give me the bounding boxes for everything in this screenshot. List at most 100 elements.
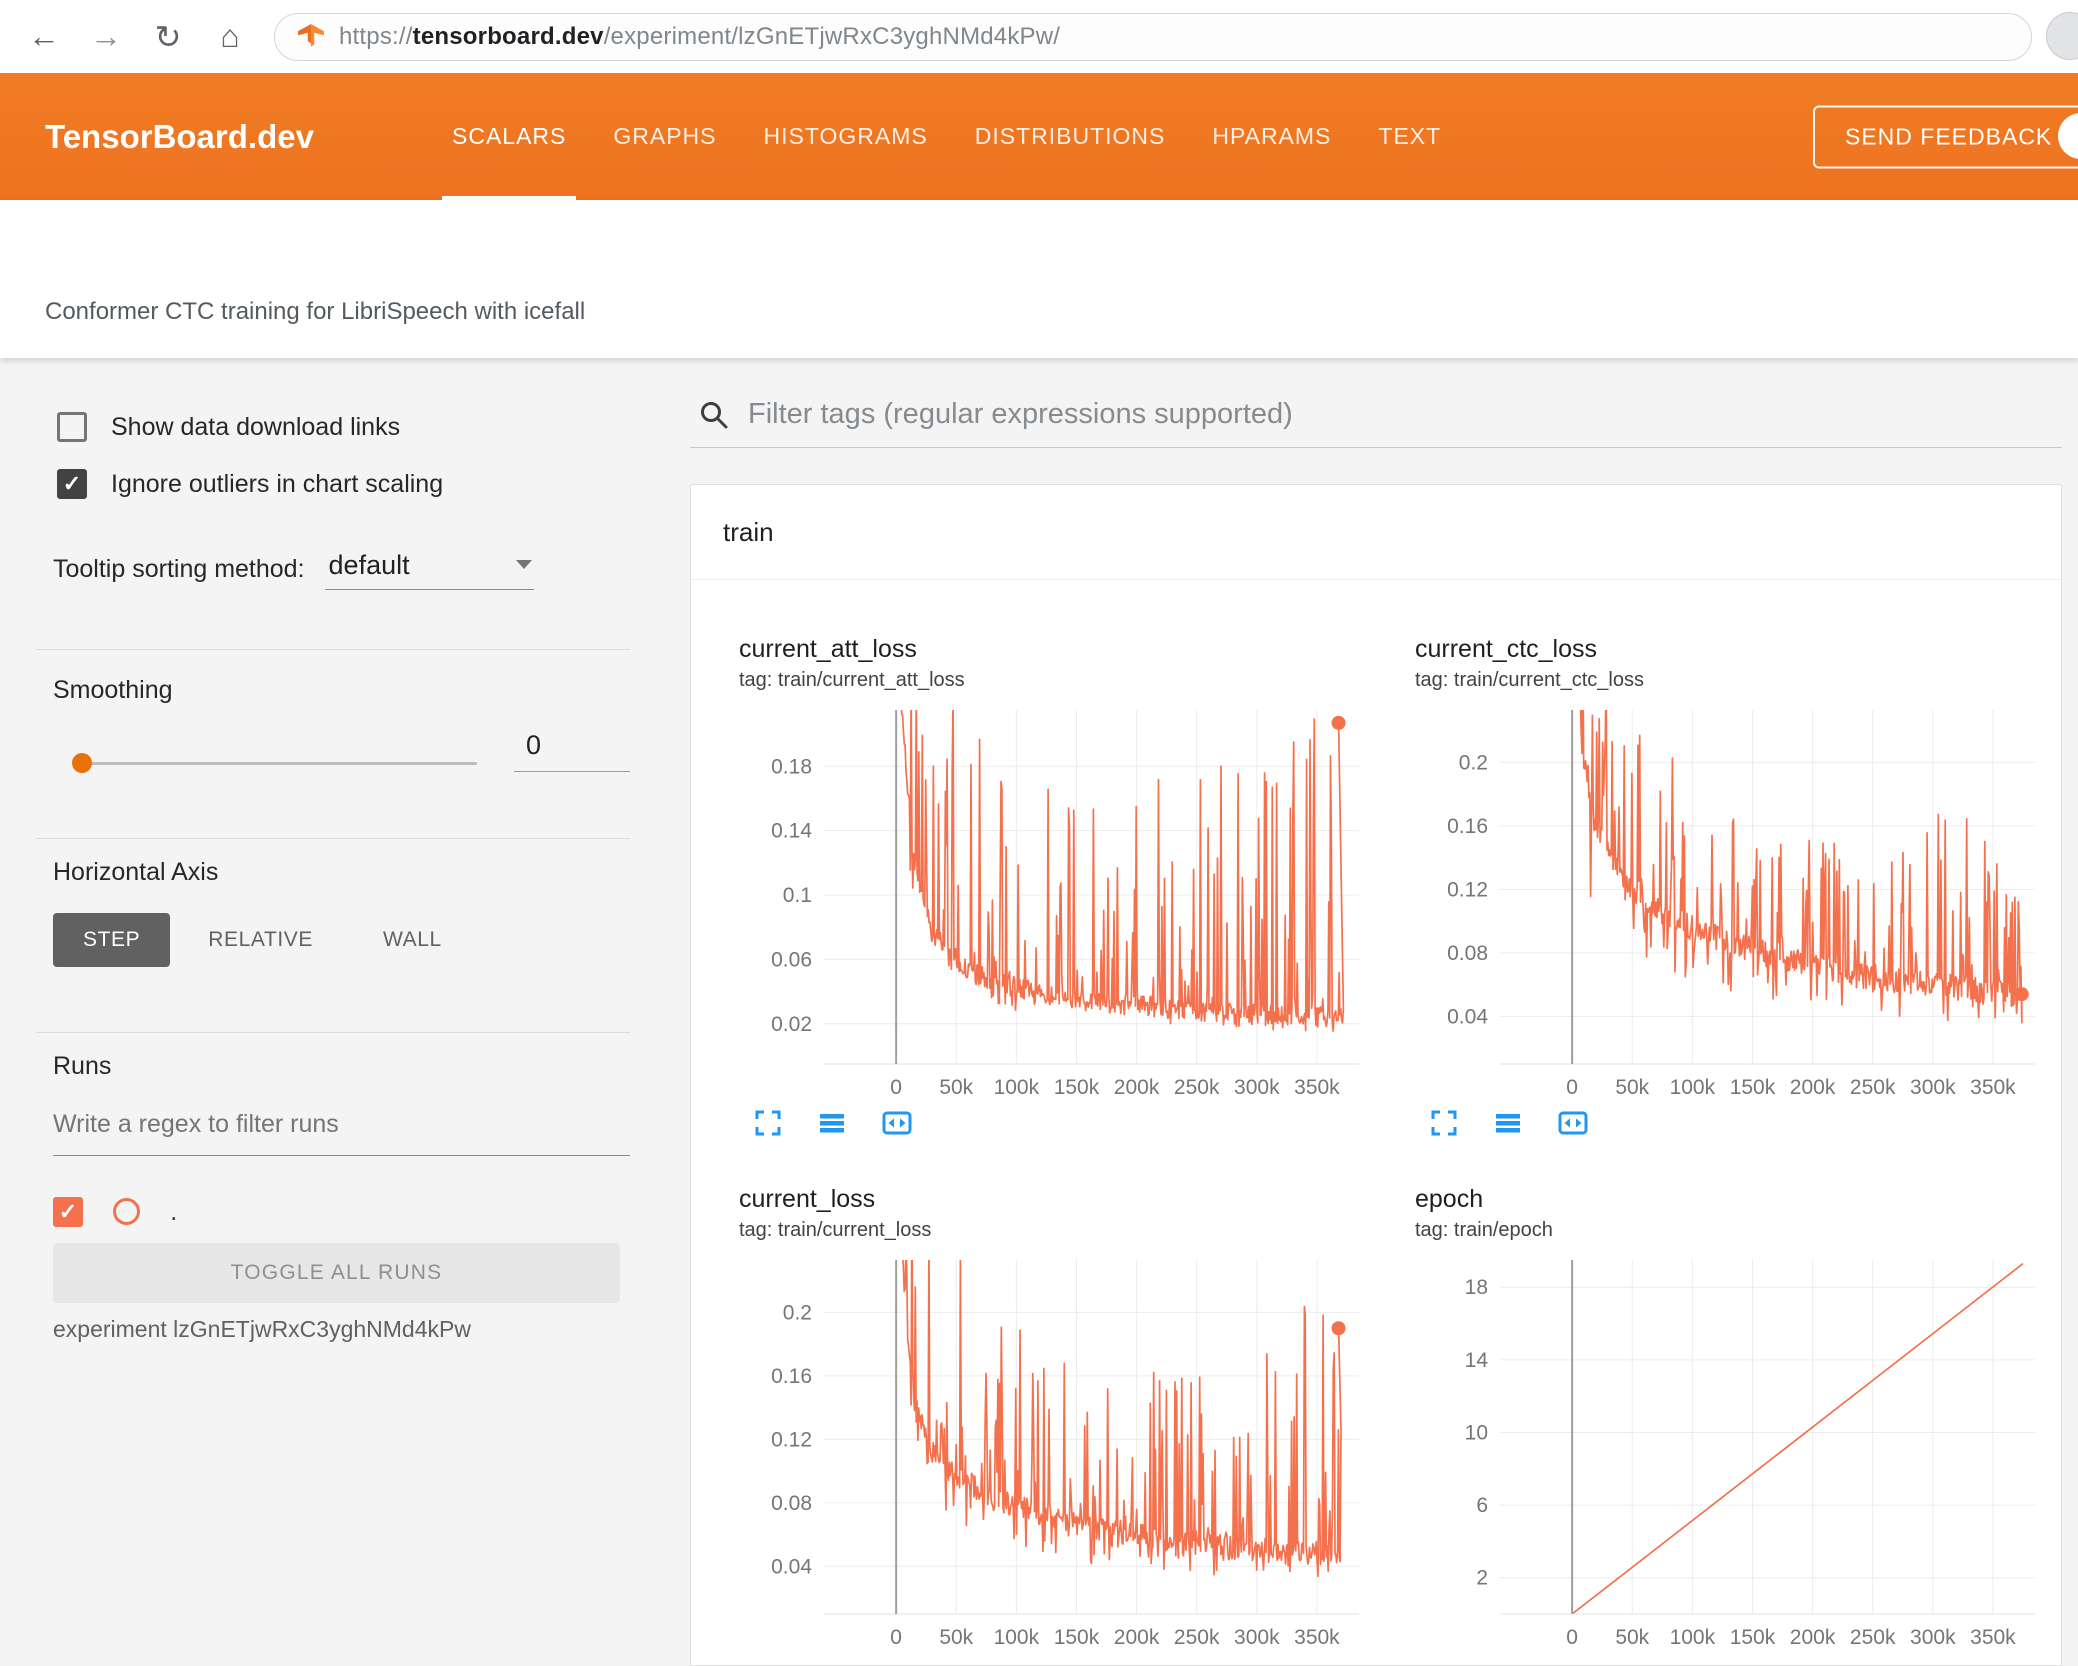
ignore-outliers-row: ✓ Ignore outliers in chart scaling (57, 469, 443, 499)
home-icon[interactable]: ⌂ (208, 18, 252, 55)
url-domain: tensorboard.dev (412, 22, 604, 50)
svg-text:150k: 150k (1054, 1076, 1100, 1099)
axis-wall-button[interactable]: WALL (383, 928, 442, 952)
svg-text:10: 10 (1465, 1421, 1488, 1444)
svg-text:0.06: 0.06 (771, 948, 812, 971)
chart-plot-epoch[interactable]: 0 50k 100k 150k 200k 250k 300k 350k 2 6 10 14 18 (1415, 1252, 2055, 1652)
tab-hparams[interactable]: HPARAMS (1212, 73, 1331, 200)
chart-plot-current-loss[interactable]: 0 50k 100k 150k 200k 250k 300k 350k 0.04 0.08 0.12… (739, 1252, 1379, 1652)
send-feedback-button[interactable]: SEND FEEDBACK (1813, 105, 2078, 168)
tab-label: TEXT (1378, 123, 1442, 149)
refresh-icon[interactable]: ↻ (146, 18, 190, 56)
fit-domain-icon[interactable] (1557, 1108, 1589, 1138)
train-group-header[interactable]: train (691, 485, 2061, 580)
smoothing-value-input[interactable]: 0 (514, 730, 630, 772)
chart-card-epoch: epoch tag: train/epoch 0 50k 100k 150k 200k 2… (1415, 1184, 2055, 1652)
fit-domain-icon[interactable] (881, 1108, 913, 1138)
svg-text:350k: 350k (1970, 1626, 2016, 1649)
expand-icon[interactable] (753, 1108, 783, 1138)
chart-plot-current-ctc-loss[interactable]: 0 50k 100k 150k 200k 250k 300k 350k 0.04 0.08 0.12… (1415, 702, 2055, 1102)
toggle-all-runs-button[interactable]: TOGGLE ALL RUNS (53, 1243, 620, 1303)
chart-plot-current-att-loss[interactable]: 0 50k 100k 150k 200k 250k 300k 350k 0.02 0.06 0.1 0… (739, 702, 1379, 1102)
check-icon: ✓ (62, 471, 82, 496)
svg-text:150k: 150k (1730, 1076, 1776, 1099)
chart-card-current-ctc-loss: current_ctc_loss tag: train/current_ctc_… (1415, 634, 2055, 1138)
expand-icon[interactable] (1429, 1108, 1459, 1138)
run-checkbox[interactable]: ✓ (53, 1196, 83, 1227)
experiment-title-band: Conformer CTC training for LibriSpeech w… (0, 200, 2078, 358)
main-nav: SCALARS GRAPHS HISTOGRAMS DISTRIBUTIONS … (442, 73, 1441, 200)
divider (36, 1032, 630, 1033)
tab-histograms[interactable]: HISTOGRAMS (764, 73, 928, 200)
smoothing-label: Smoothing (53, 676, 173, 704)
svg-text:350k: 350k (1970, 1076, 2016, 1099)
chart-title: current_ctc_loss (1415, 635, 1598, 663)
svg-text:250k: 250k (1174, 1076, 1220, 1099)
svg-text:250k: 250k (1174, 1626, 1220, 1649)
svg-text:0: 0 (1566, 1076, 1578, 1099)
chart-card-current-att-loss: current_att_loss tag: train/current_att_… (739, 634, 1379, 1138)
svg-text:0.12: 0.12 (771, 1428, 812, 1451)
tooltip-sorting-row: Tooltip sorting method: default (53, 550, 534, 590)
axis-relative-button[interactable]: RELATIVE (208, 928, 313, 952)
tensorboard-favicon (298, 23, 324, 47)
url-scheme: https:// (339, 22, 413, 50)
svg-text:300k: 300k (1910, 1076, 1956, 1099)
dashboard-main: train current_att_loss tag: train/curren… (690, 358, 2078, 1666)
svg-text:100k: 100k (994, 1076, 1040, 1099)
tab-text[interactable]: TEXT (1378, 73, 1441, 200)
svg-text:0.08: 0.08 (771, 1492, 812, 1515)
lines-icon[interactable] (817, 1108, 847, 1138)
chart-toolbar (753, 1108, 1379, 1138)
svg-text:0.08: 0.08 (1447, 942, 1488, 965)
svg-text:0: 0 (1566, 1626, 1578, 1649)
svg-text:0.02: 0.02 (771, 1013, 812, 1036)
runs-filter-input[interactable] (53, 1106, 630, 1156)
tooltip-sorting-dropdown[interactable]: default (324, 550, 534, 590)
tab-graphs[interactable]: GRAPHS (613, 73, 716, 200)
smoothing-slider-track[interactable] (80, 762, 477, 765)
browser-chrome: ← → ↻ ⌂ https://tensorboard.dev/experime… (0, 0, 2078, 73)
svg-text:0.2: 0.2 (1459, 751, 1488, 774)
train-group-card: train current_att_loss tag: train/curren… (690, 484, 2062, 1666)
run-color-swatch (113, 1198, 140, 1225)
run-name: . (170, 1196, 178, 1226)
svg-text:200k: 200k (1114, 1076, 1160, 1099)
tag-filter-input[interactable] (748, 398, 2062, 431)
chevron-down-icon (515, 560, 532, 569)
svg-text:100k: 100k (1670, 1626, 1716, 1649)
svg-text:250k: 250k (1850, 1076, 1896, 1099)
svg-text:150k: 150k (1054, 1626, 1100, 1649)
browser-profile-avatar[interactable] (2046, 12, 2078, 60)
svg-text:350k: 350k (1294, 1076, 1340, 1099)
svg-text:200k: 200k (1114, 1626, 1160, 1649)
chart-tag: tag: train/current_att_loss (739, 669, 965, 691)
app-brand: TensorBoard.dev (45, 117, 314, 155)
svg-text:200k: 200k (1790, 1626, 1836, 1649)
url-text: https://tensorboard.dev/experiment/lzGnE… (339, 23, 1060, 51)
svg-text:18: 18 (1465, 1276, 1488, 1299)
check-icon: ✓ (58, 1198, 78, 1224)
svg-text:50k: 50k (939, 1626, 973, 1649)
svg-text:250k: 250k (1850, 1626, 1896, 1649)
lines-icon[interactable] (1493, 1108, 1523, 1138)
svg-text:0.04: 0.04 (771, 1555, 812, 1578)
forward-icon[interactable]: → (84, 18, 128, 55)
svg-text:0.12: 0.12 (1447, 878, 1488, 901)
chart-tag: tag: train/epoch (1415, 1219, 1553, 1241)
tab-distributions[interactable]: DISTRIBUTIONS (975, 73, 1166, 200)
tooltip-sorting-value: default (328, 550, 410, 580)
chart-title: current_att_loss (739, 635, 917, 663)
smoothing-slider-knob[interactable] (72, 753, 92, 773)
svg-text:6: 6 (1476, 1494, 1488, 1517)
ignore-outliers-checkbox[interactable]: ✓ (57, 469, 87, 499)
back-icon[interactable]: ← (22, 18, 66, 55)
chart-card-current-loss: current_loss tag: train/current_loss 0 50… (739, 1184, 1379, 1652)
axis-step-button[interactable]: STEP (53, 913, 171, 967)
url-path: /experiment/lzGnETjwRxC3yghNMd4kPw/ (603, 22, 1061, 50)
tab-scalars[interactable]: SCALARS (442, 73, 577, 200)
chart-title: epoch (1415, 1185, 1484, 1213)
chart-tag: tag: train/current_loss (739, 1219, 932, 1241)
browser-url-bar[interactable]: https://tensorboard.dev/experiment/lzGnE… (274, 12, 2032, 61)
show-download-links-checkbox[interactable] (57, 412, 87, 442)
